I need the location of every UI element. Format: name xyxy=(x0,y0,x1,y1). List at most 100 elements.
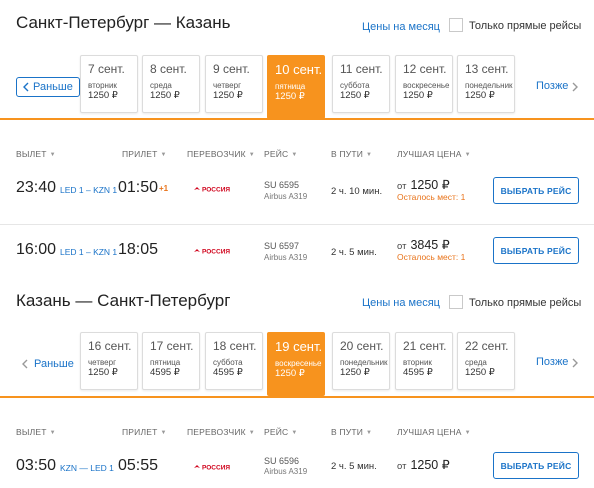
aircraft-type: Airbus A319 xyxy=(264,192,308,201)
flight-number: SU 6597 xyxy=(264,241,300,251)
date-label: 13 сент. xyxy=(465,62,509,76)
weekday-label: среда xyxy=(150,81,172,90)
col-flight-header[interactable]: РЕЙС ▼ xyxy=(264,427,298,437)
date-price: 1250 ₽ xyxy=(340,90,370,101)
col-departure-header[interactable]: ВЫЛЕТ ▼ xyxy=(16,427,56,437)
select-flight-button[interactable]: ВЫБРАТЬ РЕЙС xyxy=(493,237,579,264)
return-later-button[interactable]: Позже xyxy=(536,356,579,368)
outbound-later-label: Позже xyxy=(536,80,569,92)
flight-number: SU 6595 xyxy=(264,180,300,190)
date-price: 4595 ₽ xyxy=(403,367,433,378)
outbound-month-prices-link[interactable]: Цены на месяц xyxy=(362,21,440,33)
row-divider xyxy=(0,224,594,225)
outbound-section-divider xyxy=(0,118,594,120)
return-date-card[interactable]: 21 сент. вторник 4595 ₽ xyxy=(395,332,453,390)
return-date-card[interactable]: 17 сент. пятница 4595 ₽ xyxy=(142,332,200,390)
arrival-time: 01:50 xyxy=(118,179,159,196)
departure-time: 23:40 xyxy=(16,179,57,196)
svg-text:РОССИЯ: РОССИЯ xyxy=(202,187,230,194)
outbound-direct-only-checkbox[interactable] xyxy=(449,18,463,32)
next-day-badge: +1 xyxy=(159,184,169,193)
date-label: 20 сент. xyxy=(340,339,384,353)
date-label: 7 сент. xyxy=(88,62,125,76)
col-flight-header[interactable]: РЕЙС ▼ xyxy=(264,149,298,159)
outbound-title: Санкт-Петербург — Казань xyxy=(16,13,231,32)
return-date-card[interactable]: 20 сент. понедельник 1250 ₽ xyxy=(332,332,390,390)
weekday-label: понедельник xyxy=(465,81,513,90)
chevron-right-icon xyxy=(572,357,579,368)
caret-down-icon: ▼ xyxy=(248,152,255,158)
date-price: 1250 ₽ xyxy=(275,368,305,379)
date-label: 22 сент. xyxy=(465,339,509,353)
flight-number: SU 6596 xyxy=(264,456,300,466)
weekday-label: воскресенье xyxy=(403,81,450,90)
arrival-time: 18:05 xyxy=(118,241,159,258)
weekday-label: пятница xyxy=(150,358,181,367)
col-carrier-header[interactable]: ПЕРЕВОЗЧИК ▼ xyxy=(187,427,255,437)
caret-down-icon: ▼ xyxy=(160,430,167,436)
outbound-earlier-button[interactable]: Раньше xyxy=(16,77,80,97)
outbound-date-card[interactable]: 9 сент. четверг 1250 ₽ xyxy=(205,55,263,113)
return-date-card-selected[interactable]: 19 сент. воскресенье 1250 ₽ xyxy=(267,332,325,396)
aircraft-type: Airbus A319 xyxy=(264,253,308,262)
col-best-price-header[interactable]: ЛУЧШАЯ ЦЕНА ▼ xyxy=(397,427,471,437)
col-arrival-header[interactable]: ПРИЛЕТ ▼ xyxy=(122,427,167,437)
flight-price: от 3845 ₽ xyxy=(397,238,450,252)
outbound-date-card[interactable]: 12 сент. воскресенье 1250 ₽ xyxy=(395,55,453,113)
outbound-date-card[interactable]: 8 сент. среда 1250 ₽ xyxy=(142,55,200,113)
route-codes: LED 1 – KZN 1 xyxy=(60,185,118,195)
return-date-card[interactable]: 18 сент. суббота 4595 ₽ xyxy=(205,332,263,390)
date-price: 4595 ₽ xyxy=(150,367,180,378)
outbound-direct-only-label: Только прямые рейсы xyxy=(469,20,582,32)
arrival-time: 05:55 xyxy=(118,457,159,474)
outbound-date-card[interactable]: 13 сент. понедельник 1250 ₽ xyxy=(457,55,515,113)
caret-down-icon: ▼ xyxy=(291,152,298,158)
return-date-card[interactable]: 22 сент. среда 1250 ₽ xyxy=(457,332,515,390)
departure-time: 16:00 xyxy=(16,241,57,258)
outbound-date-card[interactable]: 7 сент. вторник 1250 ₽ xyxy=(80,55,138,113)
aircraft-type: Airbus A319 xyxy=(264,467,308,476)
rossiya-logo-icon: РОССИЯ xyxy=(194,249,230,256)
col-duration-header[interactable]: В ПУТИ ▼ xyxy=(331,427,372,437)
return-earlier-button[interactable]: Раньше xyxy=(16,354,80,374)
return-title: Казань — Санкт-Петербург xyxy=(16,291,231,310)
weekday-label: суббота xyxy=(213,358,243,367)
flight-duration: 2 ч. 10 мин. xyxy=(331,186,383,197)
flight-price: от 1250 ₽ xyxy=(397,458,450,472)
outbound-date-card-selected[interactable]: 10 сент. пятница 1250 ₽ xyxy=(267,55,325,119)
return-later-label: Позже xyxy=(536,356,569,368)
chevron-left-icon xyxy=(23,82,29,92)
caret-down-icon: ▼ xyxy=(366,152,373,158)
weekday-label: среда xyxy=(465,358,487,367)
outbound-date-card[interactable]: 11 сент. суббота 1250 ₽ xyxy=(332,55,390,113)
col-duration-header[interactable]: В ПУТИ ▼ xyxy=(331,149,372,159)
date-label: 9 сент. xyxy=(213,62,250,76)
caret-down-icon: ▼ xyxy=(366,430,373,436)
chevron-right-icon xyxy=(572,81,579,92)
select-flight-button[interactable]: ВЫБРАТЬ РЕЙС xyxy=(493,452,579,479)
caret-down-icon: ▼ xyxy=(248,430,255,436)
departure-time: 03:50 xyxy=(16,457,57,474)
caret-down-icon: ▼ xyxy=(464,430,471,436)
outbound-earlier-label: Раньше xyxy=(33,81,73,93)
return-month-prices-link[interactable]: Цены на месяц xyxy=(362,297,440,309)
col-carrier-header[interactable]: ПЕРЕВОЗЧИК ▼ xyxy=(187,149,255,159)
weekday-label: пятница xyxy=(275,82,306,91)
route-codes: KZN — LED 1 xyxy=(60,463,114,473)
return-direct-only-label: Только прямые рейсы xyxy=(469,297,582,309)
select-flight-button[interactable]: ВЫБРАТЬ РЕЙС xyxy=(493,177,579,204)
date-price: 1250 ₽ xyxy=(275,91,305,102)
date-label: 17 сент. xyxy=(150,339,194,353)
weekday-label: четверг xyxy=(213,81,241,90)
chevron-left-icon xyxy=(22,359,28,369)
col-best-price-header[interactable]: ЛУЧШАЯ ЦЕНА ▼ xyxy=(397,149,471,159)
return-direct-only-checkbox[interactable] xyxy=(449,295,463,309)
col-arrival-header[interactable]: ПРИЛЕТ ▼ xyxy=(122,149,167,159)
return-date-card[interactable]: 16 сент. четверг 1250 ₽ xyxy=(80,332,138,390)
caret-down-icon: ▼ xyxy=(464,152,471,158)
outbound-later-button[interactable]: Позже xyxy=(536,80,579,92)
weekday-label: суббота xyxy=(340,81,370,90)
date-label: 16 сент. xyxy=(88,339,132,353)
col-departure-header[interactable]: ВЫЛЕТ ▼ xyxy=(16,149,56,159)
date-price: 1250 ₽ xyxy=(340,367,370,378)
